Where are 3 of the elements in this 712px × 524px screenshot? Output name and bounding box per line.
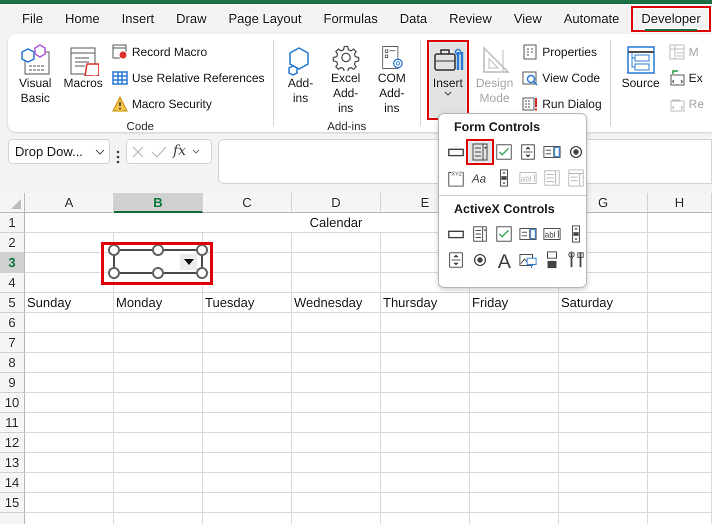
group-label: Add-ins [326, 120, 368, 134]
menu-section-title: Form Controls [453, 119, 542, 136]
group-label: Code [126, 120, 156, 134]
